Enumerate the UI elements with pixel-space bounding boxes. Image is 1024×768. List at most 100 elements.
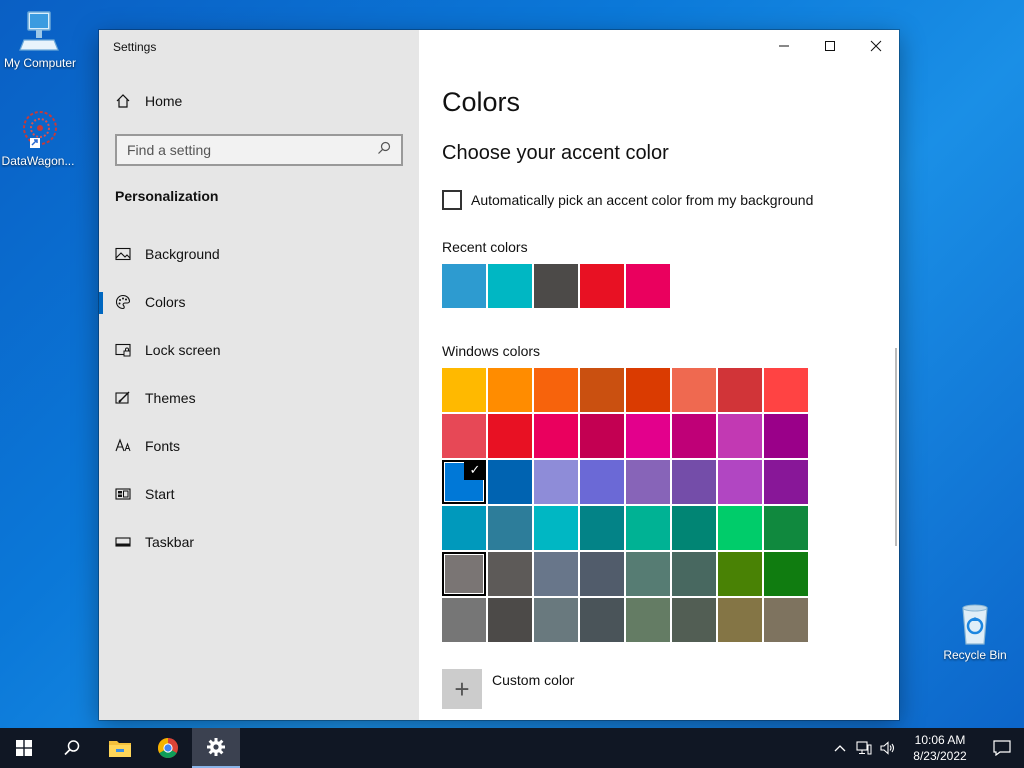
windows-color-swatch[interactable] — [580, 414, 624, 458]
windows-color-swatch[interactable] — [442, 414, 486, 458]
plus-icon: + — [454, 673, 470, 704]
windows-color-swatch[interactable] — [672, 368, 716, 412]
close-button[interactable] — [853, 30, 899, 62]
sidebar-item-lock-screen[interactable]: Lock screen — [99, 326, 419, 374]
maximize-icon — [825, 41, 835, 51]
windows-color-swatch[interactable] — [764, 460, 808, 504]
windows-color-swatch[interactable] — [488, 506, 532, 550]
windows-color-swatch[interactable] — [718, 414, 762, 458]
windows-colors-grid: ✓ — [442, 368, 808, 642]
windows-color-swatch[interactable] — [764, 506, 808, 550]
sidebar-item-label: Lock screen — [145, 342, 221, 358]
maximize-button[interactable] — [807, 30, 853, 62]
sidebar-item-start[interactable]: Start — [99, 470, 419, 518]
windows-color-swatch[interactable] — [764, 414, 808, 458]
windows-color-swatch[interactable] — [718, 506, 762, 550]
desktop-icon-recycle-bin[interactable]: Recycle Bin — [935, 602, 1015, 662]
windows-color-swatch[interactable] — [626, 598, 670, 642]
windows-color-swatch[interactable] — [764, 552, 808, 596]
recent-color-swatch[interactable] — [442, 264, 486, 308]
windows-color-swatch[interactable] — [534, 460, 578, 504]
windows-color-swatch[interactable] — [580, 368, 624, 412]
windows-color-swatch[interactable] — [672, 506, 716, 550]
start-button[interactable] — [0, 728, 48, 768]
clock-time: 10:06 AM — [914, 733, 966, 747]
search-taskbar-button[interactable] — [48, 728, 96, 768]
sidebar-item-themes[interactable]: Themes — [99, 374, 419, 422]
windows-color-swatch[interactable] — [534, 414, 578, 458]
windows-color-swatch[interactable] — [718, 460, 762, 504]
datawagon-icon — [16, 108, 60, 152]
recent-color-swatch[interactable] — [626, 264, 670, 308]
windows-color-swatch[interactable] — [672, 414, 716, 458]
windows-color-swatch[interactable] — [534, 506, 578, 550]
recent-color-swatch[interactable] — [488, 264, 532, 308]
desktop-icon-label: My Computer — [3, 56, 77, 70]
windows-color-swatch[interactable] — [442, 598, 486, 642]
minimize-button[interactable] — [761, 30, 807, 62]
windows-color-swatch[interactable] — [488, 552, 532, 596]
windows-color-swatch[interactable] — [580, 598, 624, 642]
windows-color-swatch[interactable] — [672, 598, 716, 642]
auto-pick-checkbox[interactable] — [442, 190, 462, 210]
windows-color-swatch[interactable] — [488, 414, 532, 458]
windows-color-swatch[interactable] — [718, 598, 762, 642]
custom-color-row[interactable]: + Custom color — [442, 669, 574, 709]
windows-color-swatch[interactable] — [718, 368, 762, 412]
settings-taskbar-button[interactable] — [192, 728, 240, 768]
chevron-up-icon — [834, 745, 846, 752]
scrollbar[interactable] — [895, 348, 897, 546]
clock[interactable]: 10:06 AM 8/23/2022 — [900, 732, 980, 764]
windows-color-swatch[interactable] — [718, 552, 762, 596]
windows-color-swatch[interactable] — [626, 414, 670, 458]
windows-color-swatch[interactable] — [534, 598, 578, 642]
volume-button[interactable] — [876, 728, 900, 768]
windows-color-swatch[interactable] — [626, 368, 670, 412]
windows-color-swatch[interactable] — [534, 552, 578, 596]
network-button[interactable] — [852, 728, 876, 768]
desktop-icon-my-computer[interactable]: My Computer — [0, 10, 80, 70]
sidebar-item-background[interactable]: Background — [99, 230, 419, 278]
windows-color-swatch[interactable]: ✓ — [442, 460, 486, 504]
windows-color-swatch[interactable] — [626, 460, 670, 504]
sidebar-item-colors[interactable]: Colors — [99, 278, 419, 326]
windows-color-swatch[interactable] — [442, 368, 486, 412]
home-link[interactable]: Home — [115, 93, 182, 109]
windows-color-swatch[interactable] — [488, 598, 532, 642]
recent-color-swatch[interactable] — [580, 264, 624, 308]
sidebar-item-label: Taskbar — [145, 534, 195, 550]
chrome-button[interactable] — [144, 728, 192, 768]
windows-color-swatch[interactable] — [764, 598, 808, 642]
auto-pick-label: Automatically pick an accent color from … — [471, 192, 814, 208]
windows-color-swatch[interactable] — [672, 460, 716, 504]
windows-color-swatch[interactable] — [626, 506, 670, 550]
windows-color-swatch[interactable] — [488, 460, 532, 504]
network-icon — [856, 741, 872, 755]
clock-date: 8/23/2022 — [913, 749, 967, 763]
recent-color-swatch[interactable] — [534, 264, 578, 308]
sidebar-item-fonts[interactable]: Fonts — [99, 422, 419, 470]
home-label: Home — [145, 93, 183, 109]
section-subtitle: Choose your accent color — [442, 142, 669, 164]
windows-color-swatch[interactable] — [626, 552, 670, 596]
windows-color-swatch[interactable] — [580, 460, 624, 504]
windows-color-swatch[interactable] — [488, 368, 532, 412]
windows-color-swatch[interactable] — [580, 506, 624, 550]
search-input[interactable] — [127, 142, 367, 158]
desktop-icon-datawagon[interactable]: DataWagon... — [0, 108, 78, 168]
file-explorer-button[interactable] — [96, 728, 144, 768]
windows-color-swatch[interactable] — [580, 552, 624, 596]
auto-pick-checkbox-row[interactable]: Automatically pick an accent color from … — [442, 190, 813, 210]
chevron-up-button[interactable] — [828, 728, 852, 768]
windows-color-swatch[interactable] — [442, 552, 486, 596]
sidebar-item-label: Fonts — [145, 438, 181, 454]
sidebar-item-taskbar[interactable]: Taskbar — [99, 518, 419, 566]
content-pane: Colors Choose your accent color Automati… — [419, 30, 899, 720]
windows-color-swatch[interactable] — [672, 552, 716, 596]
windows-color-swatch[interactable] — [764, 368, 808, 412]
custom-color-button[interactable]: + — [442, 669, 482, 709]
windows-color-swatch[interactable] — [534, 368, 578, 412]
action-center-button[interactable] — [980, 728, 1024, 768]
windows-color-swatch[interactable] — [442, 506, 486, 550]
search-box[interactable] — [115, 134, 403, 166]
